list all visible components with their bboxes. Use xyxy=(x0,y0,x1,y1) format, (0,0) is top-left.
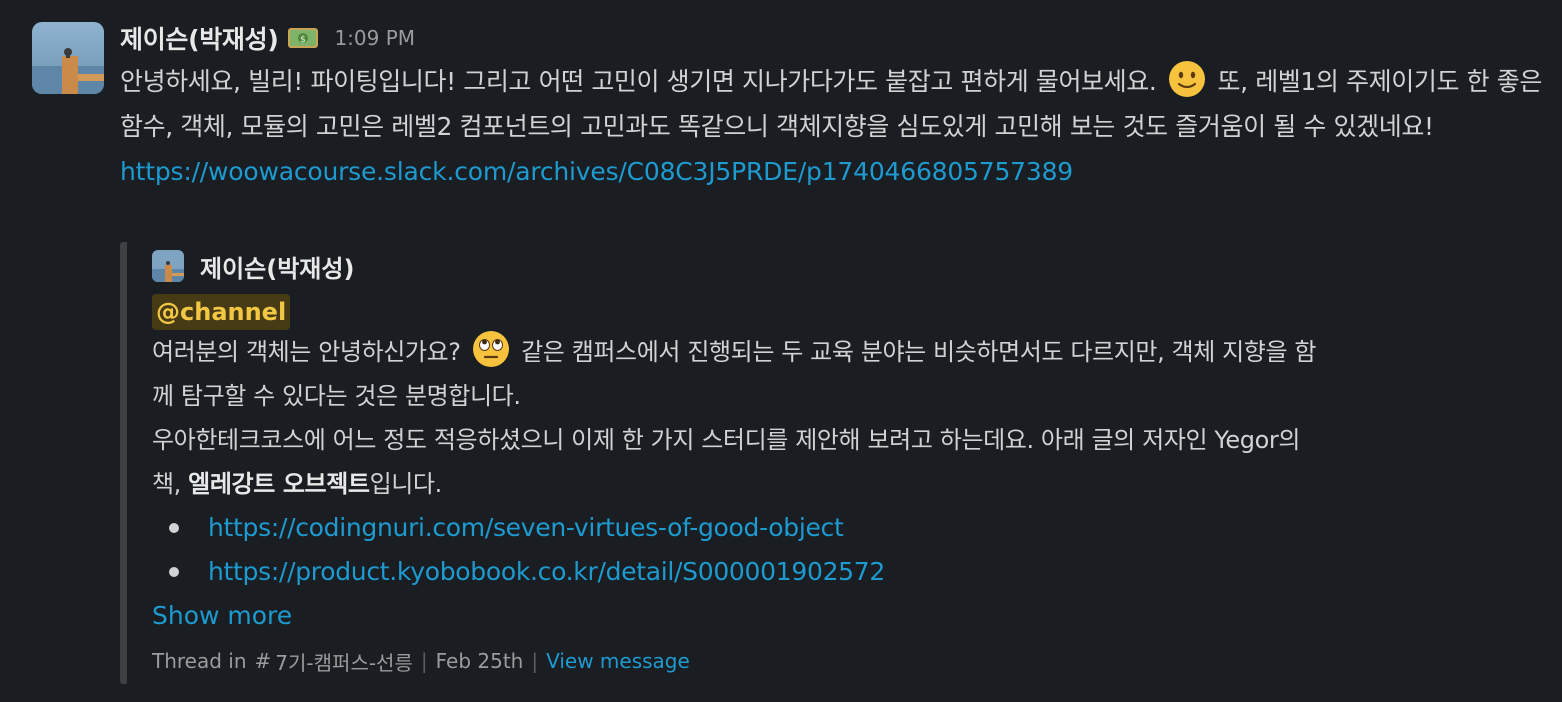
svg-text:$: $ xyxy=(301,35,307,45)
link-kyobobook[interactable]: https://product.kyobobook.co.kr/detail/S… xyxy=(208,557,885,586)
bullet-icon xyxy=(169,567,179,577)
unfurl-header: 제이슨(박재성) xyxy=(152,248,1332,284)
unfurl-line1a: 여러분의 객체는 안녕하신가요? xyxy=(152,338,461,366)
divider: | xyxy=(531,649,539,673)
face-with-rolling-eyes-icon[interactable] xyxy=(472,330,510,368)
unfurl-line2b: 입니다. xyxy=(369,470,443,498)
channel-mention[interactable]: @channel xyxy=(152,294,291,330)
message-unfurl[interactable]: 제이슨(박재성) @channel 여러분의 객체는 안녕하신가요? 같은 캠퍼… xyxy=(120,242,1327,684)
thread-date[interactable]: Feb 25th xyxy=(436,649,524,673)
hash-icon: # xyxy=(254,649,272,673)
list-item: https://product.kyobobook.co.kr/detail/S… xyxy=(152,550,1332,594)
channel-name[interactable]: 7기-캠퍼스-선릉 xyxy=(275,647,413,676)
author-name[interactable]: 제이슨(박재성) xyxy=(120,20,279,56)
archive-link[interactable]: https://woowacourse.slack.com/archives/C… xyxy=(120,149,1550,194)
reference-links: https://codingnuri.com/seven-virtues-of-… xyxy=(152,506,1332,594)
message-content: 제이슨(박재성) $ 1:09 PM 안녕하세요, 빌리! 파이팅입니다! 그리… xyxy=(120,18,1550,194)
bullet-icon xyxy=(169,523,179,533)
message-header: 제이슨(박재성) $ 1:09 PM xyxy=(120,18,1550,58)
timestamp[interactable]: 1:09 PM xyxy=(334,26,415,50)
unfurl-text: 여러분의 객체는 안녕하신가요? 같은 캠퍼스에서 진행되는 두 교육 분야는 … xyxy=(152,330,1332,506)
unfurl-author-name[interactable]: 제이슨(박재성) xyxy=(200,249,354,284)
slack-message: 제이슨(박재성) $ 1:09 PM 안녕하세요, 빌리! 파이팅입니다! 그리… xyxy=(0,0,1562,702)
slightly-smiling-face-icon[interactable] xyxy=(1168,60,1206,98)
message-text: 안녕하세요, 빌리! 파이팅입니다! 그리고 어떤 고민이 생기면 지나가다가도… xyxy=(120,59,1550,149)
link-codingnuri[interactable]: https://codingnuri.com/seven-virtues-of-… xyxy=(208,513,844,542)
avatar[interactable] xyxy=(32,22,104,94)
unfurl-footer: Thread in # 7기-캠퍼스-선릉 | Feb 25th | View … xyxy=(152,646,1332,676)
list-item: https://codingnuri.com/seven-virtues-of-… xyxy=(152,506,1332,550)
unfurl-content: 제이슨(박재성) @channel 여러분의 객체는 안녕하신가요? 같은 캠퍼… xyxy=(152,248,1332,676)
view-message-link[interactable]: View message xyxy=(546,649,690,673)
message-text-part1: 안녕하세요, 빌리! 파이팅입니다! 그리고 어떤 고민이 생기면 지나가다가도… xyxy=(120,67,1157,96)
money-emoji-icon[interactable]: $ xyxy=(288,27,319,49)
unfurl-avatar[interactable] xyxy=(152,250,184,282)
thread-in-label: Thread in xyxy=(152,649,247,673)
divider: | xyxy=(420,649,428,673)
show-more-button[interactable]: Show more xyxy=(152,594,1332,638)
book-title: 엘레강트 오브젝트 xyxy=(188,470,370,498)
